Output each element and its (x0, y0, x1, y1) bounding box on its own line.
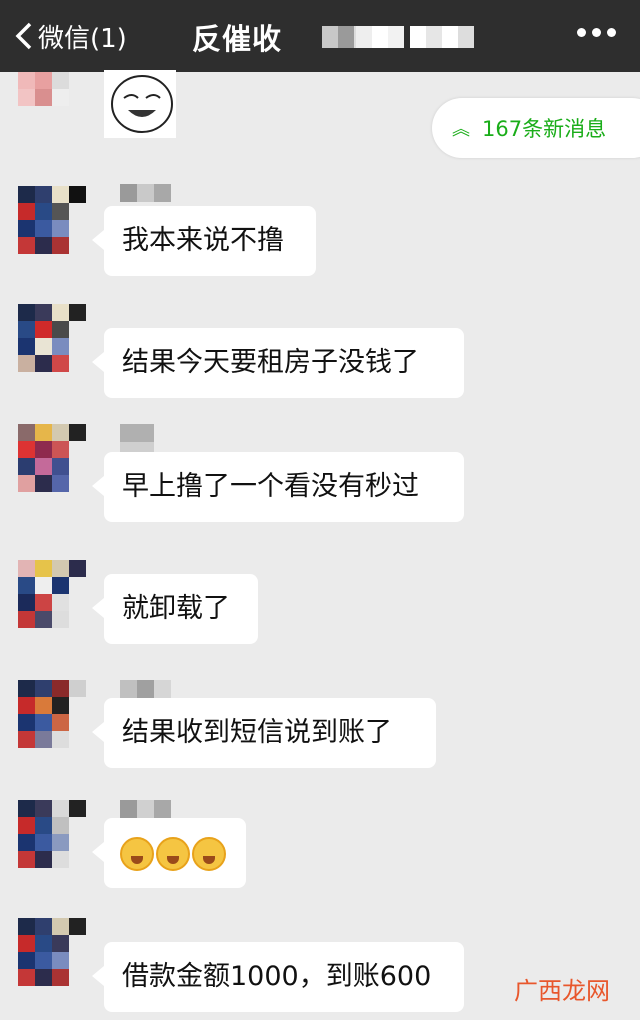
message-bubble[interactable]: 借款金额1000，到账600 (92, 942, 464, 1012)
more-button[interactable] (577, 28, 616, 37)
avatar[interactable] (18, 304, 86, 372)
new-messages-label: 167条新消息 (482, 117, 607, 141)
message-bubble[interactable]: 就卸载了 (92, 574, 258, 644)
message-text: 借款金额1000，到账600 (122, 961, 432, 992)
avatar[interactable] (18, 800, 86, 868)
double-chevron-up-icon: ︽ (452, 119, 470, 140)
title-mosaic (410, 26, 474, 48)
crying-laughing-emoji-icon (192, 836, 226, 871)
avatar[interactable] (18, 560, 86, 628)
crying-laughing-emoji-icon (120, 836, 154, 871)
back-label: 微信(1) (38, 23, 127, 54)
more-dots-icon (577, 28, 586, 37)
title-bar: 微信(1) 反催收 (0, 0, 640, 72)
chevron-left-icon (15, 22, 32, 50)
crying-laughing-emoji-icon (156, 836, 190, 871)
message-text: 我本来说不撸 (122, 225, 284, 256)
message-bubble[interactable]: 早上撸了一个看没有秒过 (92, 452, 464, 522)
message-bubble[interactable]: 结果收到短信说到账了 (92, 698, 436, 768)
sticker-image[interactable] (104, 70, 176, 138)
nickname-mosaic (120, 680, 171, 698)
chat-title: 反催收 (192, 22, 283, 56)
nickname-mosaic (120, 184, 171, 202)
message-text: 就卸载了 (122, 593, 230, 624)
message-text: 早上撸了一个看没有秒过 (122, 471, 419, 502)
message-text: 结果今天要租房子没钱了 (122, 347, 419, 378)
title-mosaic (356, 26, 404, 48)
laughing-face-sticker-icon (111, 75, 173, 133)
message-bubble[interactable] (92, 818, 246, 888)
nickname-mosaic (120, 800, 171, 818)
avatar[interactable] (18, 680, 86, 748)
new-messages-button[interactable]: ︽ 167条新消息 (432, 98, 640, 158)
back-button[interactable]: 微信(1) (14, 14, 127, 58)
avatar[interactable] (18, 424, 86, 492)
message-text: 结果收到短信说到账了 (122, 717, 392, 748)
message-bubble[interactable]: 我本来说不撸 (92, 206, 316, 276)
avatar[interactable] (18, 186, 86, 254)
avatar[interactable] (18, 918, 86, 986)
avatar[interactable] (18, 72, 86, 122)
watermark: 广西龙网 (514, 977, 610, 1005)
message-bubble[interactable]: 结果今天要租房子没钱了 (92, 328, 464, 398)
